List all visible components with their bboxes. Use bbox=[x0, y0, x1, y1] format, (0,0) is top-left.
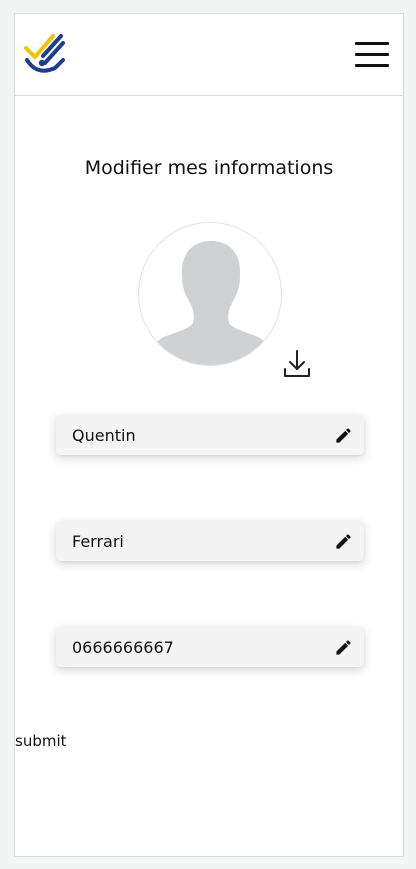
pencil-edit-icon[interactable] bbox=[334, 638, 353, 657]
page-title: Modifier mes informations bbox=[84, 157, 334, 179]
pencil-edit-icon[interactable] bbox=[334, 532, 353, 551]
submit-button[interactable]: submit bbox=[15, 732, 67, 750]
phone-value: 0666666667 bbox=[72, 638, 174, 657]
header bbox=[15, 14, 403, 96]
first-name-field[interactable]: Quentin bbox=[56, 415, 364, 455]
download-icon[interactable] bbox=[282, 348, 312, 380]
menu-line bbox=[355, 64, 389, 67]
checkmark-logo-icon[interactable] bbox=[23, 32, 67, 80]
avatar[interactable] bbox=[138, 222, 282, 366]
menu-line bbox=[355, 53, 389, 56]
menu-line bbox=[355, 42, 389, 45]
first-name-value: Quentin bbox=[72, 426, 136, 445]
hamburger-menu-icon[interactable] bbox=[355, 41, 389, 69]
default-avatar-silhouette bbox=[149, 241, 273, 365]
last-name-value: Ferrari bbox=[72, 532, 124, 551]
last-name-field[interactable]: Ferrari bbox=[56, 521, 364, 561]
app-frame: Modifier mes informations Quentin Ferrar… bbox=[14, 13, 404, 857]
phone-field[interactable]: 0666666667 bbox=[56, 627, 364, 667]
pencil-edit-icon[interactable] bbox=[334, 426, 353, 445]
